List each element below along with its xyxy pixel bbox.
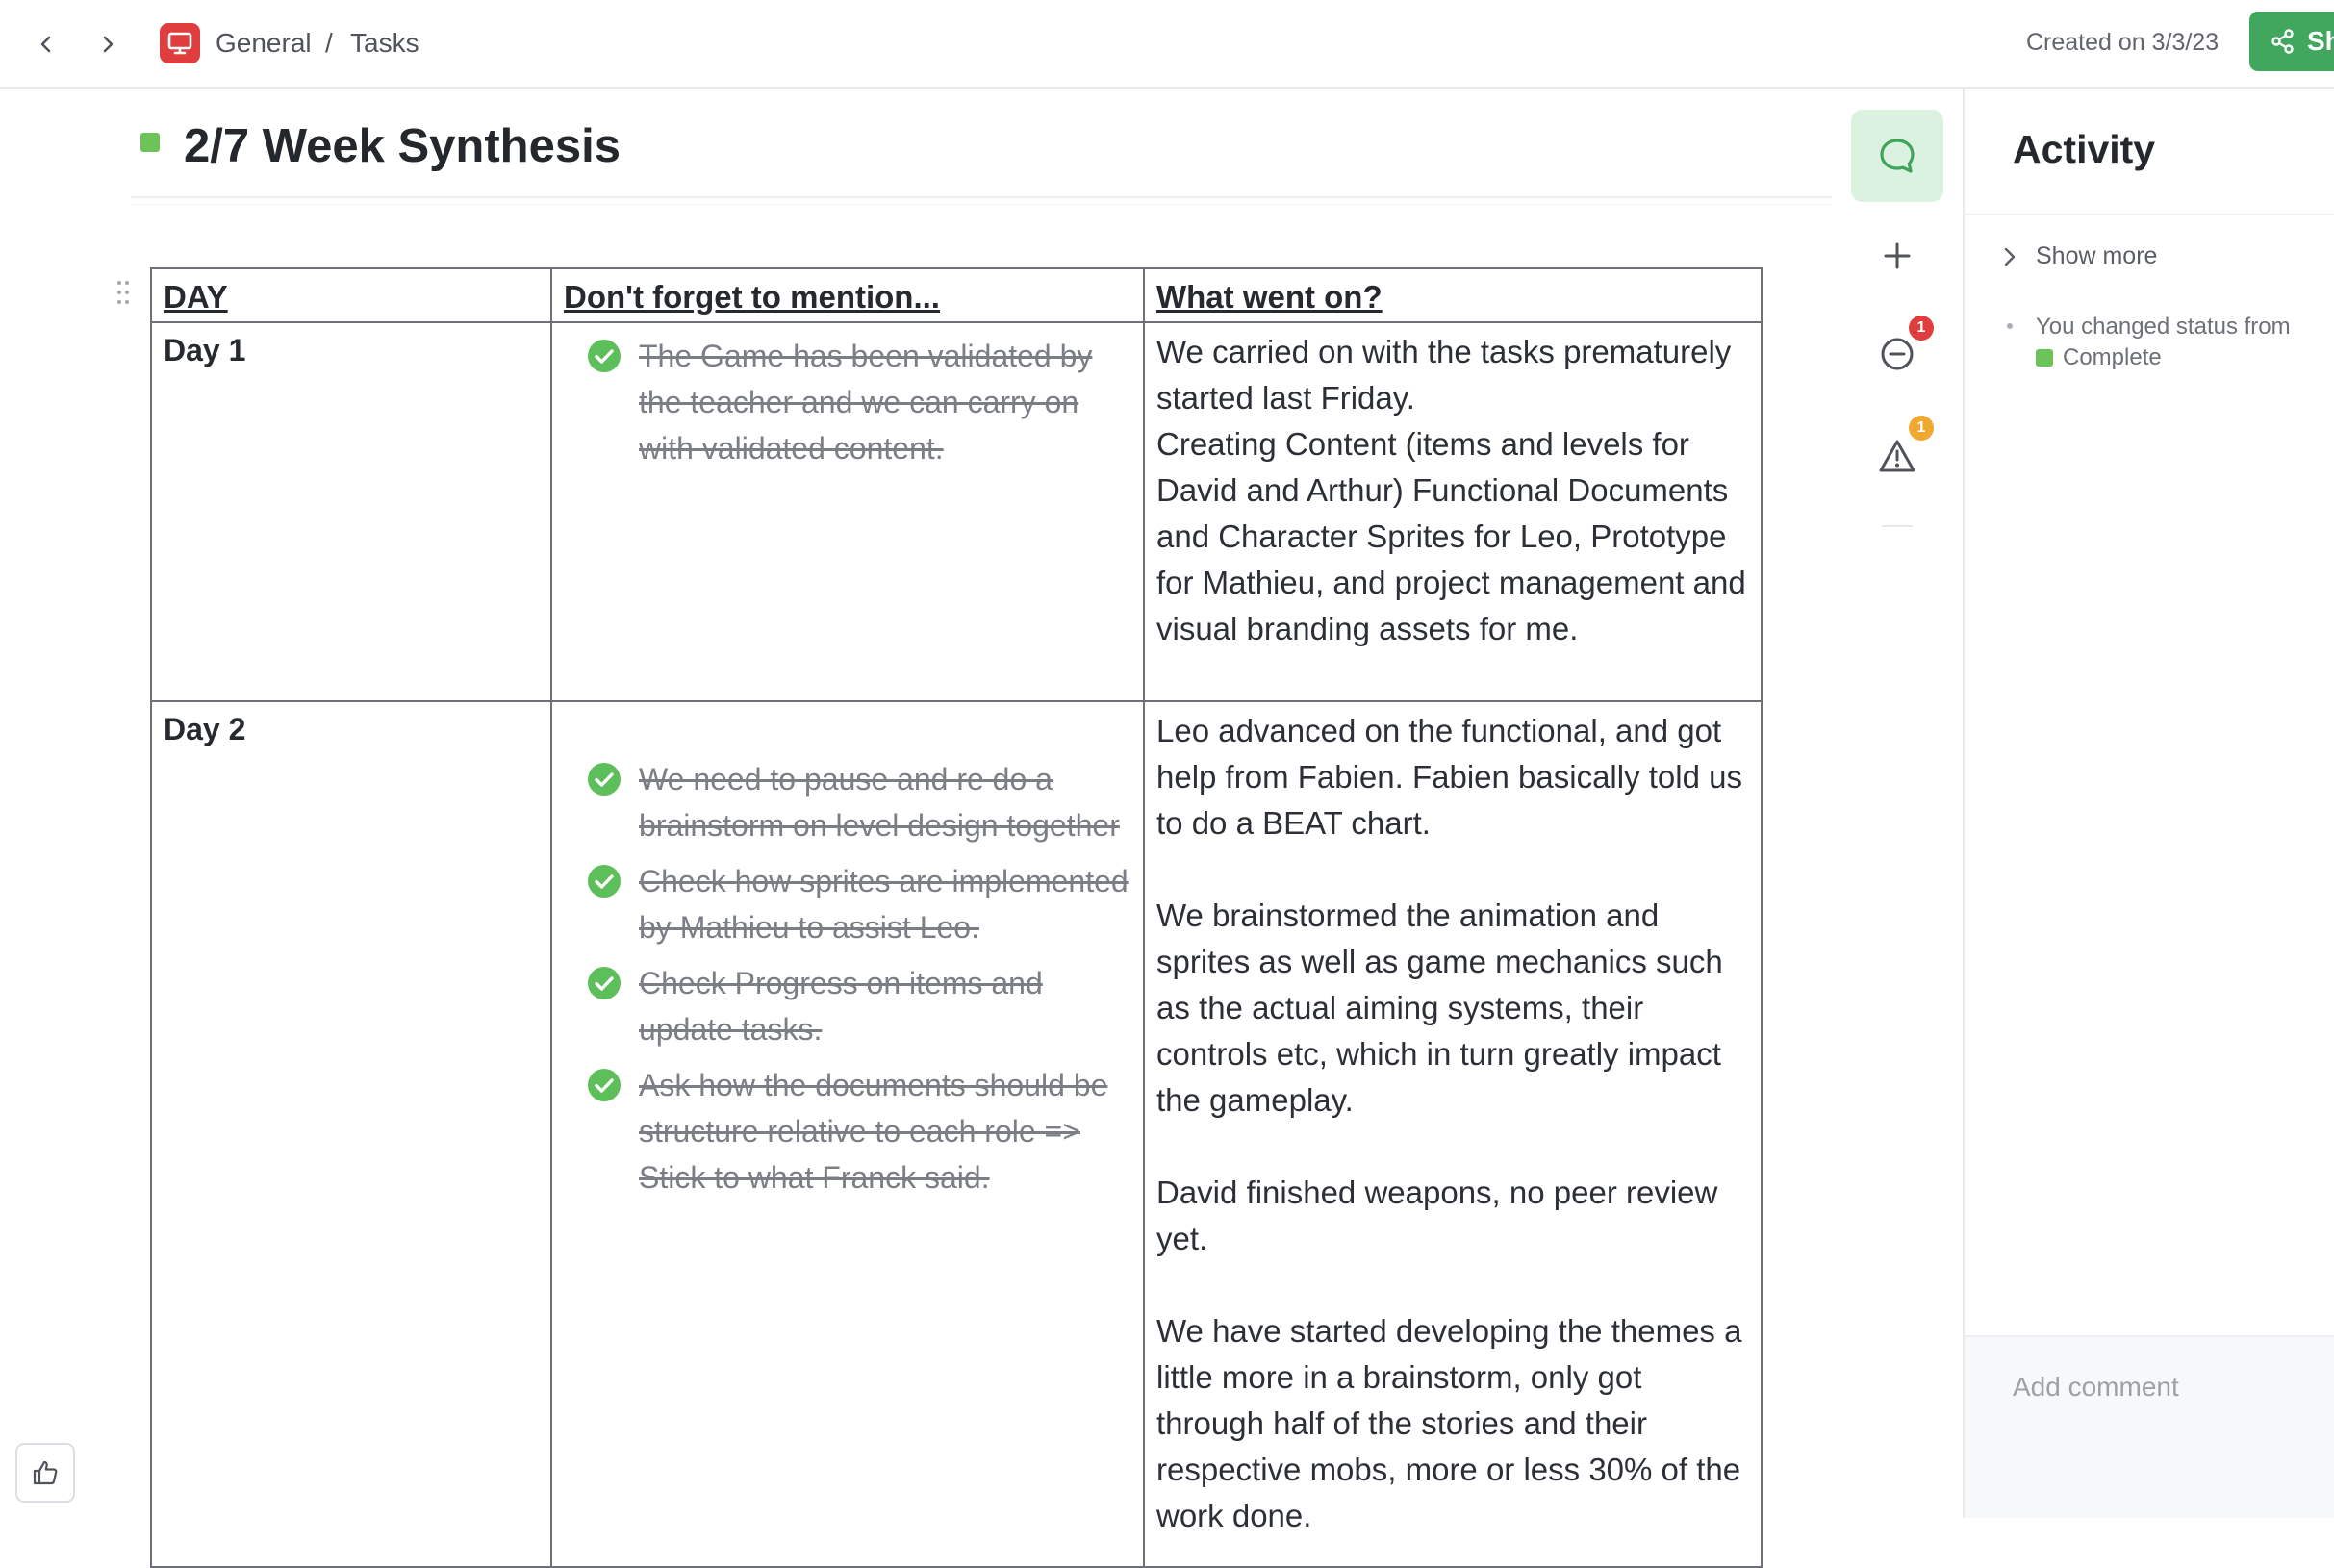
table-row: Day 1 The Game has been validated by the…	[150, 321, 1763, 702]
drag-handle-icon[interactable]	[114, 279, 135, 308]
todo-item[interactable]: The Game has been validated by the teach…	[587, 333, 1131, 471]
page-title[interactable]: 2/7 Week Synthesis	[184, 117, 621, 175]
todo-text: The Game has been validated by the teach…	[639, 339, 1093, 466]
column-header-mention[interactable]: Don't forget to mention...	[550, 267, 1145, 323]
column-header-what-went-on[interactable]: What went on?	[1143, 267, 1763, 323]
column-header-day[interactable]: DAY	[150, 267, 552, 323]
check-circle-icon[interactable]	[587, 966, 622, 1000]
table-header-row: DAY Don't forget to mention... What went…	[150, 267, 1763, 323]
notes-cell[interactable]: Leo advanced on the functional, and got …	[1143, 700, 1763, 1568]
activity-panel: Activity Show more You changed status fr…	[1963, 89, 2334, 1518]
note-paragraph: We brainstormed the animation and sprite…	[1156, 898, 1723, 1118]
todo-list: We need to pause and re do a brainstorm …	[564, 702, 1131, 1201]
todo-item[interactable]: We need to pause and re do a brainstorm …	[587, 756, 1131, 848]
add-button[interactable]	[1874, 233, 1920, 279]
warning-button[interactable]	[1874, 433, 1920, 479]
rail-divider	[1882, 525, 1913, 527]
todo-item[interactable]: Ask how the documents should be structur…	[587, 1062, 1131, 1201]
title-divider-shadow	[131, 204, 1832, 205]
warning-triangle-icon	[1879, 440, 1915, 472]
breadcrumb-page[interactable]: Tasks	[350, 27, 419, 60]
monitor-icon[interactable]	[160, 23, 200, 63]
comments-toggle-button[interactable]	[1851, 110, 1943, 202]
check-circle-icon[interactable]	[587, 1068, 622, 1102]
breadcrumb-space[interactable]: General	[216, 27, 312, 60]
check-circle-icon[interactable]	[587, 762, 622, 797]
forward-button[interactable]	[87, 23, 129, 65]
todo-text: We need to pause and re do a brainstorm …	[639, 762, 1120, 843]
title-status-marker	[140, 133, 160, 152]
notes-cell[interactable]: We carried on with the tasks prematurely…	[1143, 321, 1763, 702]
note-paragraph: Leo advanced on the functional, and got …	[1156, 713, 1742, 841]
table-row: Day 2 We need to pause and re do a brain…	[150, 700, 1763, 1568]
show-more-button[interactable]: Show more	[2003, 242, 2157, 270]
title-divider	[131, 196, 1832, 198]
activity-divider	[1965, 214, 2334, 215]
blocking-count-badge: 1	[1909, 316, 1934, 341]
activity-status: Complete	[2063, 344, 2162, 370]
synthesis-table: DAY Don't forget to mention... What went…	[150, 267, 1763, 1568]
status-color-square	[2036, 349, 2053, 367]
activity-item: You changed status from Complete	[2007, 312, 2291, 373]
todo-item[interactable]: Check how sprites are implemented by Mat…	[587, 858, 1131, 950]
todo-list: The Game has been validated by the teach…	[564, 323, 1131, 471]
day-cell[interactable]: Day 1	[150, 321, 552, 702]
minus-circle-icon	[1881, 338, 1914, 370]
show-more-label: Show more	[2036, 242, 2158, 269]
todo-text: Check how sprites are implemented by Mat…	[639, 864, 1129, 945]
thumbs-up-icon	[33, 1460, 58, 1485]
breadcrumb-separator: /	[325, 28, 333, 58]
comment-bubble-icon	[1880, 139, 1915, 173]
like-button[interactable]	[15, 1443, 75, 1503]
check-circle-icon[interactable]	[587, 339, 622, 373]
created-date: Created on 3/3/23	[2026, 29, 2220, 56]
add-comment-input[interactable]: Add comment	[1965, 1335, 2334, 1518]
activity-bullet	[2007, 323, 2013, 329]
share-icon	[2271, 29, 2294, 54]
note-paragraph: David finished weapons, no peer review y…	[1156, 1175, 1718, 1256]
chevron-right-icon	[2004, 247, 2016, 266]
chevron-left-icon	[40, 36, 51, 53]
back-button[interactable]	[25, 23, 67, 65]
note-paragraph: Creating Content (items and levels for D…	[1156, 426, 1746, 646]
mention-cell[interactable]: The Game has been validated by the teach…	[550, 321, 1145, 702]
chevron-right-icon	[103, 36, 114, 53]
add-comment-placeholder: Add comment	[2013, 1372, 2179, 1402]
mention-cell[interactable]: We need to pause and re do a brainstorm …	[550, 700, 1145, 1568]
share-label: Sh	[2307, 26, 2334, 56]
todo-item[interactable]: Check Progress on items and update tasks…	[587, 960, 1131, 1052]
note-paragraph: We carried on with the tasks prematurely…	[1156, 334, 1732, 416]
activity-title: Activity	[2013, 127, 2156, 171]
top-bar: General / Tasks Created on 3/3/23 Sh	[0, 0, 2334, 89]
share-button[interactable]: Sh	[2249, 12, 2334, 71]
todo-text: Check Progress on items and update tasks…	[639, 966, 1043, 1047]
day-cell[interactable]: Day 2	[150, 700, 552, 1568]
todo-text: Ask how the documents should be structur…	[639, 1068, 1108, 1195]
check-circle-icon[interactable]	[587, 864, 622, 898]
note-paragraph: We have started developing the themes a …	[1156, 1313, 1742, 1533]
day-label: Day 2	[164, 712, 246, 746]
day-label: Day 1	[164, 333, 246, 367]
warning-count-badge: 1	[1909, 416, 1934, 441]
activity-text: You changed status from	[2036, 314, 2291, 340]
plus-icon	[1884, 242, 1911, 269]
